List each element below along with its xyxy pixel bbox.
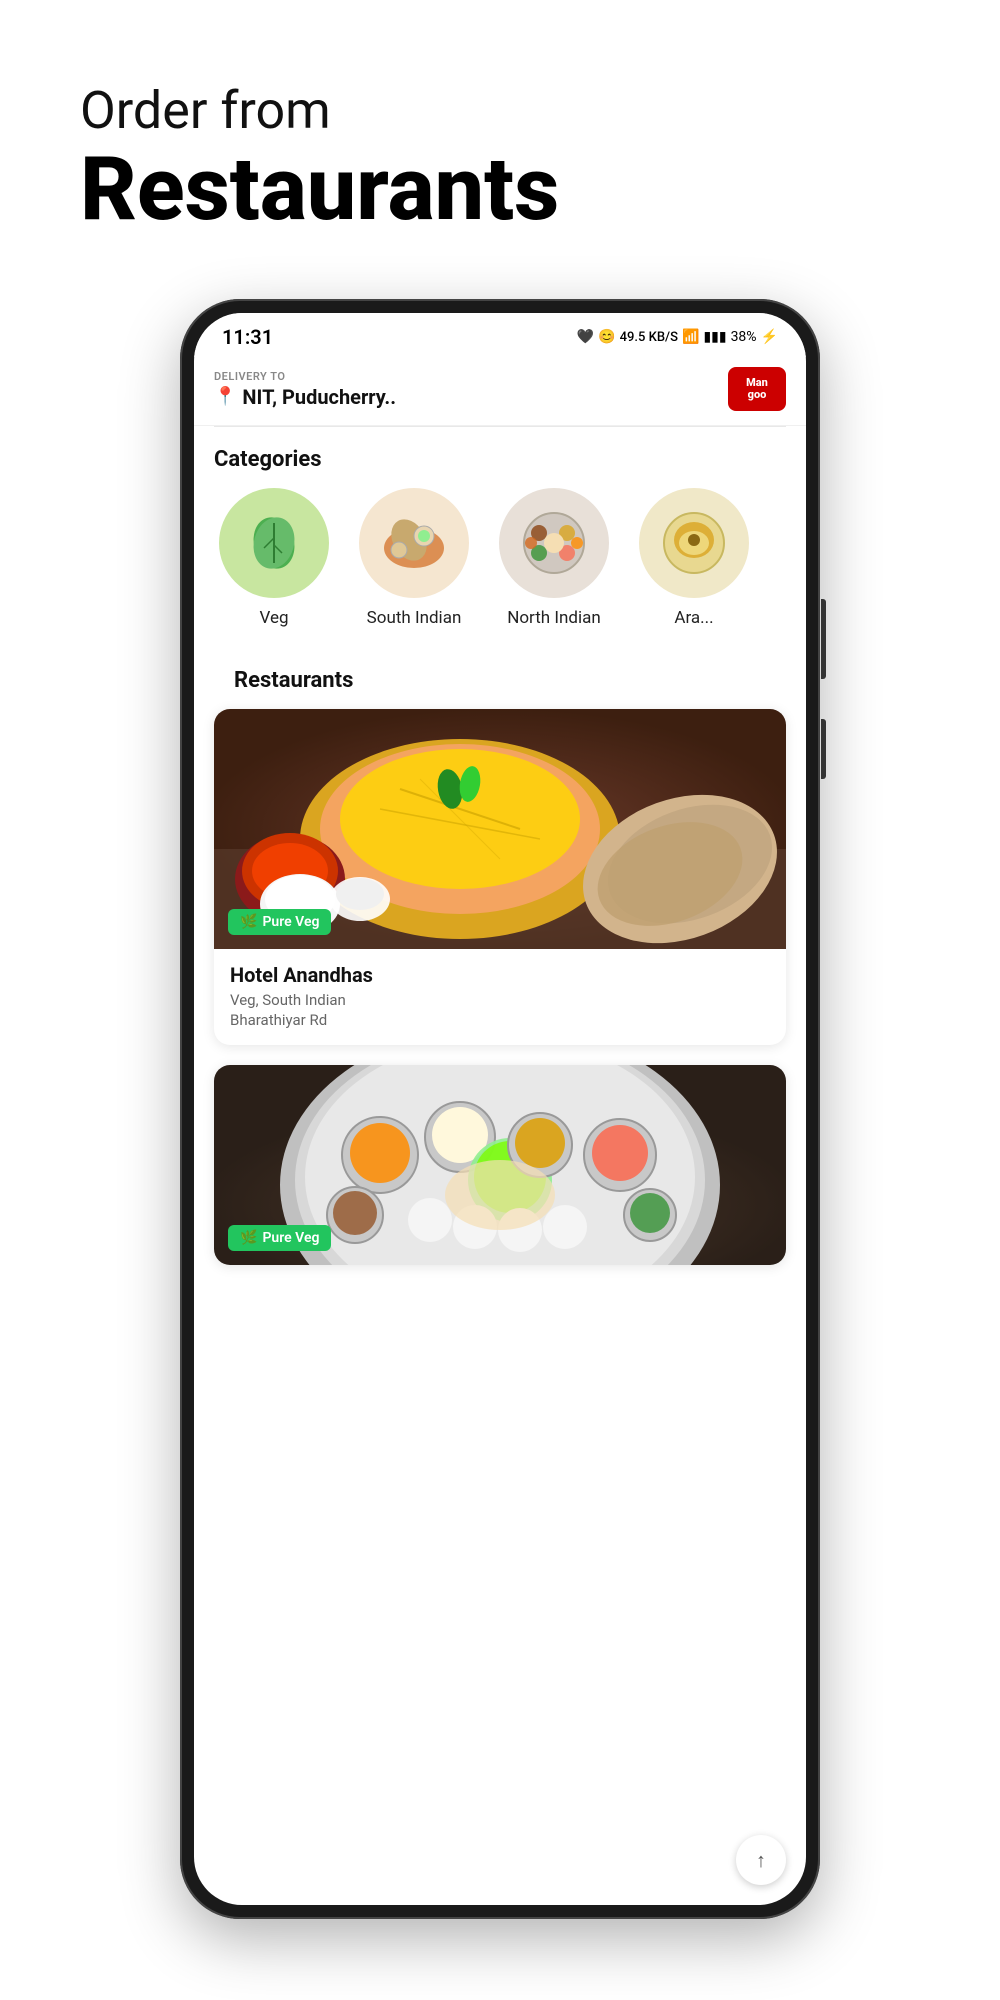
hero-order-from: Order from <box>80 80 920 142</box>
restaurant-cuisine-1: Veg, South Indian <box>230 991 770 1009</box>
back-to-top-button[interactable]: ↑ <box>736 1835 786 1885</box>
south-indian-food-icon <box>369 498 459 588</box>
delivery-address[interactable]: 📍 NIT, Puducherry.. <box>214 385 396 409</box>
category-veg[interactable]: Veg <box>204 488 344 628</box>
scroll-body[interactable]: Categories <box>194 427 806 1905</box>
restaurant-card-2[interactable]: 🌿 Pure Veg <box>214 1065 786 1265</box>
hero-section: Order from Restaurants <box>0 0 1000 279</box>
battery-icon: ⚡ <box>761 329 778 345</box>
south-indian-label: South Indian <box>367 608 462 628</box>
logo-line2: goo <box>746 389 768 401</box>
phone-screen: 11:31 🖤 😊 49.5 KB/S 📶 ▮▮▮ 38% ⚡ DELIVERY… <box>194 313 806 1905</box>
network-speed: 49.5 KB/S <box>620 330 678 345</box>
app-logo[interactable]: Man goo <box>728 367 786 411</box>
card-image-2: 🌿 Pure Veg <box>214 1065 786 1265</box>
power-button <box>821 599 826 679</box>
card-info-1: Hotel Anandhas Veg, South Indian Bharath… <box>214 949 786 1045</box>
arabic-label: Ara... <box>674 608 713 628</box>
category-arabic[interactable]: Ara... <box>624 488 764 628</box>
pure-veg-badge-2: 🌿 Pure Veg <box>228 1225 331 1251</box>
category-north-indian[interactable]: North Indian <box>484 488 624 628</box>
restaurant-name-1: Hotel Anandhas <box>230 963 770 987</box>
restaurants-section: Restaurants <box>194 648 806 1265</box>
location-pin-icon: 📍 <box>214 386 236 407</box>
wifi-icon: 📶 <box>682 329 699 345</box>
arabic-circle <box>639 488 749 598</box>
up-arrow-icon: ↑ <box>756 1848 766 1873</box>
hero-restaurants: Restaurants <box>80 142 920 239</box>
south-indian-circle <box>359 488 469 598</box>
north-indian-circle <box>499 488 609 598</box>
leaf-icon-2: 🌿 <box>240 1230 257 1246</box>
categories-title: Categories <box>194 427 806 488</box>
volume-button <box>821 719 826 779</box>
veg-label: Veg <box>259 608 288 628</box>
address-text: NIT, Puducherry.. <box>242 385 396 409</box>
signal-icon: ▮▮▮ <box>703 329 726 345</box>
restaurants-title: Restaurants <box>214 648 786 709</box>
status-time: 11:31 <box>222 325 273 349</box>
arabic-food-icon <box>649 498 739 588</box>
status-icons: 🖤 😊 49.5 KB/S 📶 ▮▮▮ 38% ⚡ <box>577 329 778 345</box>
veg-circle <box>219 488 329 598</box>
emoji-icon: 😊 <box>598 329 615 345</box>
veg-leaf-icon <box>244 513 304 573</box>
badge-text-2: Pure Veg <box>262 1230 319 1246</box>
restaurant-address-1: Bharathiyar Rd <box>230 1011 770 1029</box>
pure-veg-badge: 🌿 Pure Veg <box>228 909 331 935</box>
categories-section: Categories <box>194 427 806 648</box>
category-south-indian[interactable]: South Indian <box>344 488 484 628</box>
phone-frame: 11:31 🖤 😊 49.5 KB/S 📶 ▮▮▮ 38% ⚡ DELIVERY… <box>180 299 820 1919</box>
delivery-info: DELIVERY TO 📍 NIT, Puducherry.. <box>214 370 396 409</box>
app-header: DELIVERY TO 📍 NIT, Puducherry.. Man goo <box>194 357 806 426</box>
delivery-label: DELIVERY TO <box>214 370 396 383</box>
heart-icon: 🖤 <box>577 329 594 345</box>
battery-text: 38% <box>731 329 757 345</box>
restaurant-card-1[interactable]: 🌿 Pure Veg Hotel Anandhas Veg, South Ind… <box>214 709 786 1045</box>
north-indian-food-icon <box>509 498 599 588</box>
leaf-icon: 🌿 <box>240 914 257 930</box>
status-bar: 11:31 🖤 😊 49.5 KB/S 📶 ▮▮▮ 38% ⚡ <box>194 313 806 357</box>
categories-row: Veg <box>194 488 806 648</box>
phone-wrapper: 11:31 🖤 😊 49.5 KB/S 📶 ▮▮▮ 38% ⚡ DELIVERY… <box>0 299 1000 1919</box>
badge-text: Pure Veg <box>262 914 319 930</box>
card-image-1: 🌿 Pure Veg <box>214 709 786 949</box>
north-indian-label: North Indian <box>507 608 601 628</box>
